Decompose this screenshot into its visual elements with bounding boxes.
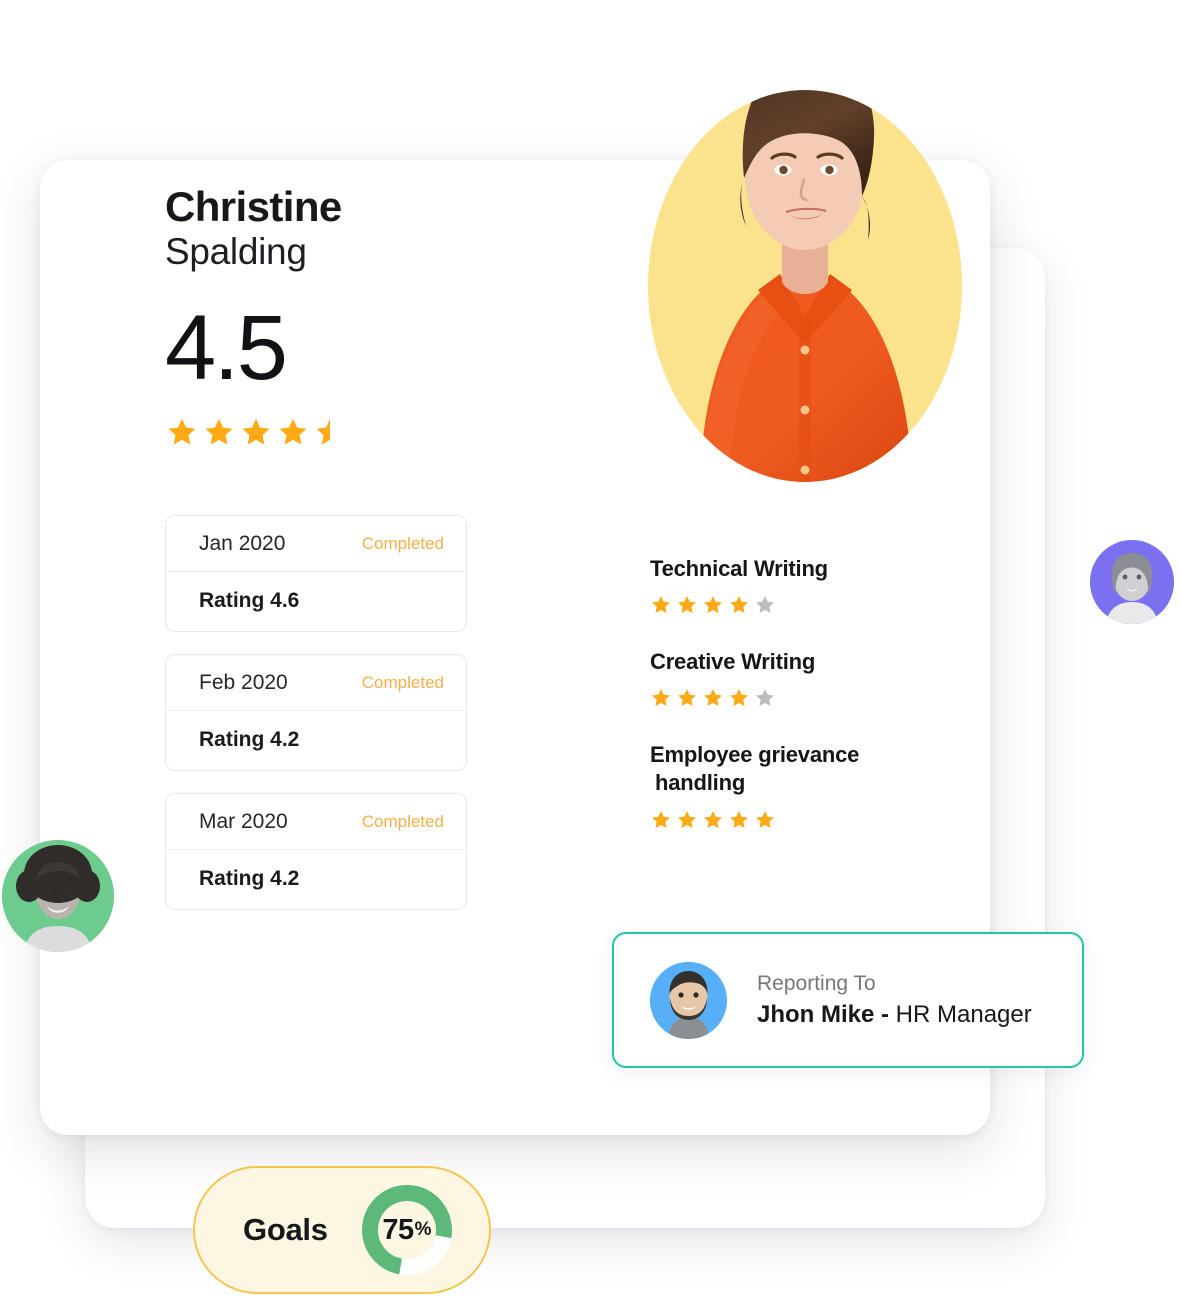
star-icon — [242, 419, 270, 445]
timeline-month: Mar 2020 — [199, 810, 288, 834]
star-icon — [704, 810, 722, 828]
star-icon — [704, 689, 722, 707]
reporting-text: Reporting To Jhon Mike - HR Manager — [757, 971, 1032, 1029]
employee-photo — [640, 0, 970, 486]
goals-progress-text: 75% — [358, 1181, 456, 1279]
timeline-card[interactable]: Feb 2020 Completed Rating 4.2 — [165, 654, 467, 772]
skills-list: Technical Writing Creative Writing Emplo… — [650, 555, 980, 863]
overall-rating-value: 4.5 — [165, 297, 288, 400]
manager-name: Jhon Mike - — [757, 1000, 890, 1028]
star-icon — [730, 689, 748, 707]
timeline-month: Jan 2020 — [199, 532, 286, 556]
skill-rating-stars — [650, 687, 980, 709]
star-icon — [205, 419, 233, 445]
star-icon — [730, 810, 748, 828]
timeline-month: Feb 2020 — [199, 671, 288, 695]
star-empty-icon — [756, 596, 774, 614]
status-badge: Completed — [361, 812, 444, 832]
star-icon — [279, 419, 307, 445]
status-badge: Completed — [361, 534, 444, 554]
star-icon — [652, 689, 670, 707]
manager-avatar — [650, 961, 727, 1039]
skill-label-line2: handling — [655, 770, 746, 796]
floating-avatar-left[interactable] — [2, 840, 114, 952]
skill-label: Creative Writing — [650, 649, 816, 675]
star-icon — [678, 689, 696, 707]
employee-review-widget: Christine Spalding 4.5 Jan 2020 Complete… — [0, 0, 1180, 1300]
manager-role: HR Manager — [889, 1000, 1032, 1028]
goals-progress-donut: 75% — [358, 1181, 456, 1279]
employee-first-name: Christine — [165, 183, 342, 230]
goals-percent-value: 75 — [382, 1213, 414, 1246]
timeline-card-body: Rating 4.2 — [166, 711, 466, 770]
reporting-label: Reporting To — [757, 972, 876, 996]
star-icon — [678, 596, 696, 614]
goals-label: Goals — [243, 1212, 328, 1247]
skill-item: Employee grievance handling — [650, 741, 980, 830]
skill-label: Employee grievance handling — [650, 741, 980, 797]
star-icon — [730, 596, 748, 614]
overall-rating-stars — [165, 416, 545, 449]
skill-label: Technical Writing — [650, 556, 828, 581]
star-icon — [756, 810, 774, 828]
timeline-card-body: Rating 4.6 — [166, 572, 466, 631]
star-icon — [652, 810, 670, 828]
star-icon — [678, 810, 696, 828]
skill-item: Technical Writing — [650, 555, 980, 616]
timeline-card-body: Rating 4.2 — [166, 850, 466, 909]
employee-last-name: Spalding — [165, 230, 307, 272]
star-icon — [652, 596, 670, 614]
half-star-icon — [316, 419, 330, 445]
status-badge: Completed — [361, 673, 444, 693]
skill-rating-stars — [650, 594, 980, 616]
floating-avatar-right[interactable] — [1090, 540, 1174, 624]
reporting-to-card[interactable]: Reporting To Jhon Mike - HR Manager — [612, 932, 1084, 1068]
timeline-card-header: Mar 2020 Completed — [166, 794, 466, 851]
goals-badge[interactable]: Goals 75% — [193, 1166, 491, 1294]
photo-figure — [640, 0, 970, 486]
timeline-card[interactable]: Jan 2020 Completed Rating 4.6 — [165, 515, 467, 633]
timeline-card[interactable]: Mar 2020 Completed Rating 4.2 — [165, 793, 467, 911]
timeline-rating: Rating 4.2 — [199, 728, 300, 752]
manager-name-role: Jhon Mike - HR Manager — [757, 1000, 1032, 1029]
timeline-rating: Rating 4.2 — [199, 867, 300, 891]
timeline-rating: Rating 4.6 — [199, 589, 300, 613]
goals-percent-symbol: % — [414, 1219, 432, 1240]
star-icon — [704, 596, 722, 614]
timeline-card-header: Jan 2020 Completed — [166, 516, 466, 573]
star-icon — [168, 419, 196, 445]
skill-label-line1: Employee grievance — [650, 742, 860, 768]
skill-rating-stars — [650, 809, 980, 831]
star-empty-icon — [756, 689, 774, 707]
timeline-card-header: Feb 2020 Completed — [166, 655, 466, 712]
employee-summary: Christine Spalding 4.5 Jan 2020 Complete… — [165, 185, 545, 932]
skill-item: Creative Writing — [650, 648, 980, 709]
review-timeline: Jan 2020 Completed Rating 4.6 Feb 2020 C… — [165, 515, 467, 911]
